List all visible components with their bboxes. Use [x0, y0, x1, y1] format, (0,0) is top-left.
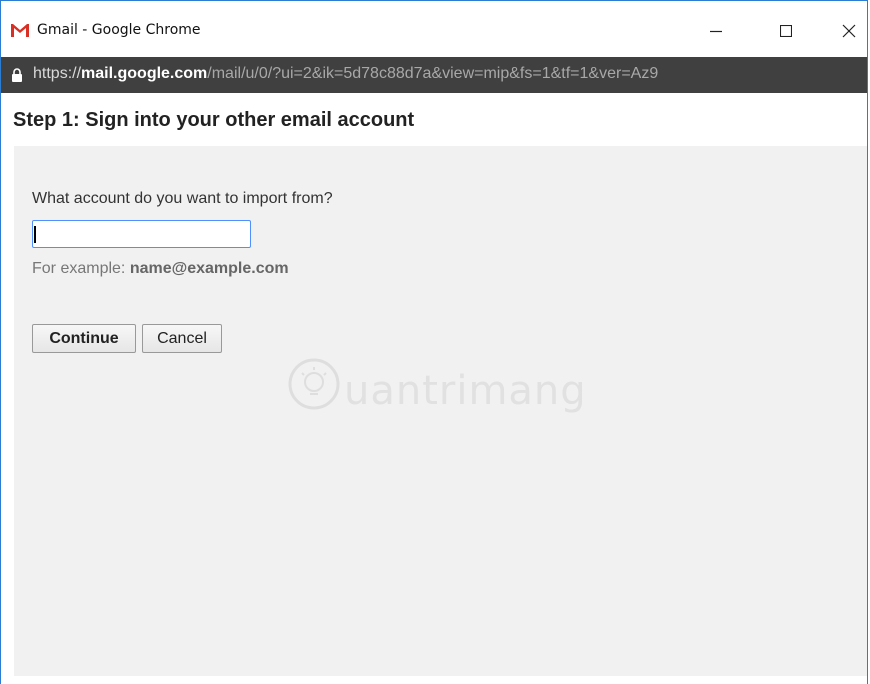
account-question-label: What account do you want to import from? — [32, 190, 333, 207]
email-address-input[interactable] — [32, 220, 251, 248]
example-email: name@example.com — [129, 260, 289, 277]
maximize-icon — [780, 25, 792, 37]
text-caret — [34, 226, 36, 243]
example-hint: For example: name@example.com — [32, 260, 289, 278]
maximize-button[interactable] — [764, 15, 808, 47]
url-host: mail.google.com — [81, 65, 208, 82]
lock-icon — [12, 68, 22, 82]
close-icon — [842, 24, 856, 38]
continue-button[interactable]: Continue — [32, 324, 136, 353]
url-scheme: https:// — [33, 65, 82, 82]
page-title: Step 1: Sign into your other email accou… — [13, 109, 415, 131]
cancel-button[interactable]: Cancel — [142, 324, 222, 353]
watermark-logo: uantrimang — [286, 356, 586, 417]
title-bar: Gmail - Google Chrome — [1, 1, 867, 57]
watermark-text: uantrimang — [344, 368, 587, 414]
address-bar[interactable]: https://mail.google.com/mail/u/0/?ui=2&i… — [1, 57, 867, 93]
example-prefix: For example: — [32, 260, 130, 277]
minimize-icon — [710, 30, 722, 33]
window-title: Gmail - Google Chrome — [37, 22, 201, 38]
lightbulb-icon — [288, 358, 340, 410]
browser-window: Gmail - Google Chrome https://mail.googl… — [0, 0, 868, 684]
page-content: Step 1: Sign into your other email accou… — [1, 93, 867, 684]
gmail-icon — [11, 24, 29, 37]
form-panel: What account do you want to import from?… — [14, 146, 867, 676]
url-path: /mail/u/0/?ui=2&ik=5d78c88d7a&view=mip&f… — [207, 65, 659, 82]
minimize-button[interactable] — [694, 15, 738, 47]
close-button[interactable] — [827, 15, 870, 47]
url-text[interactable]: https://mail.google.com/mail/u/0/?ui=2&i… — [33, 65, 658, 83]
